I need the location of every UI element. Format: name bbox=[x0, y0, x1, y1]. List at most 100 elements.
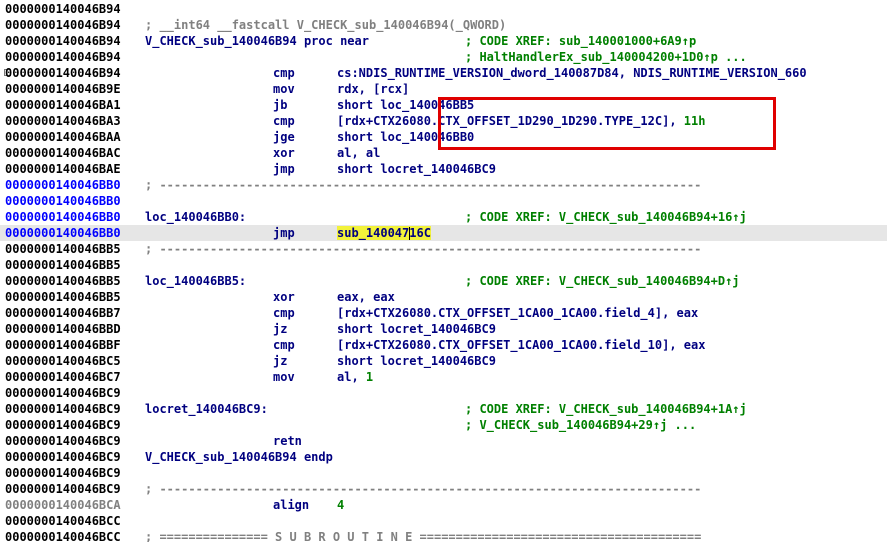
address[interactable]: 0000000140046BB5 bbox=[5, 257, 121, 273]
address[interactable]: 0000000140046B94 bbox=[5, 17, 121, 33]
listing-line[interactable]: 0000000140046B94 ; HaltHandlerEx_sub_1400… bbox=[0, 49, 887, 65]
address[interactable]: 0000000140046BCC bbox=[5, 529, 121, 542]
listing-line[interactable]: 0000000140046BCA align 4 bbox=[0, 497, 887, 513]
address[interactable]: 0000000140046BAA bbox=[5, 129, 121, 145]
listing-line[interactable]: 0000000140046BC9 bbox=[0, 385, 887, 401]
address[interactable]: 0000000140046BC9 bbox=[5, 449, 121, 465]
listing-line[interactable]: 0000000140046BB5 xor eax, eax bbox=[0, 289, 887, 305]
address[interactable]: 0000000140046B94 bbox=[5, 65, 121, 81]
listing-line[interactable]: 0000000140046B94 cmp cs:NDIS_RUNTIME_VERSI… bbox=[0, 65, 887, 81]
operands[interactable]: eax, eax bbox=[337, 289, 395, 305]
address[interactable]: 0000000140046BAE bbox=[5, 161, 121, 177]
xref-comment[interactable]: ; CODE XREF: V_CHECK_sub_140046B94+1A↑j bbox=[465, 401, 747, 417]
operand-text[interactable]: al, bbox=[337, 370, 366, 384]
address[interactable]: 0000000140046BA1 bbox=[5, 97, 121, 113]
listing-line[interactable]: 0000000140046BA3 cmp [rdx+CTX26080.CTX_OFF… bbox=[0, 113, 887, 129]
address[interactable]: 0000000140046BB0 bbox=[5, 209, 121, 225]
listing-line[interactable]: 0000000140046BC9 ; ----------------------… bbox=[0, 481, 887, 497]
xref-comment[interactable]: ; CODE XREF: V_CHECK_sub_140046B94+D↑j bbox=[465, 273, 740, 289]
mnemonic[interactable]: retn bbox=[273, 433, 302, 449]
listing-line[interactable]: 0000000140046BAE jmp short locret_140046BC… bbox=[0, 161, 887, 177]
address[interactable]: 0000000140046BBF bbox=[5, 337, 121, 353]
address[interactable]: 0000000140046BB5 bbox=[5, 289, 121, 305]
operands[interactable]: rdx, [rcx] bbox=[337, 81, 409, 97]
operands[interactable]: [rdx+CTX26080.CTX_OFFSET_1D290_1D290.TYP… bbox=[337, 113, 705, 129]
operands[interactable]: al, 1 bbox=[337, 369, 373, 385]
listing-line[interactable]: 0000000140046BC7 mov al, 1 bbox=[0, 369, 887, 385]
address[interactable]: 0000000140046BC9 bbox=[5, 401, 121, 417]
address[interactable]: 0000000140046BC5 bbox=[5, 353, 121, 369]
listing-line[interactable]: 0000000140046BC9 V_CHECK_sub_140046B94 en… bbox=[0, 449, 887, 465]
operand-number[interactable]: 11h bbox=[684, 114, 706, 128]
address[interactable]: 0000000140046BB5 bbox=[5, 241, 121, 257]
address[interactable]: 0000000140046BB0 bbox=[5, 193, 121, 209]
mnemonic[interactable]: xor bbox=[273, 289, 295, 305]
listing-line[interactable]: 0000000140046BC9 bbox=[0, 465, 887, 481]
proc-label[interactable]: V_CHECK_sub_140046B94 proc near bbox=[145, 33, 369, 49]
mnemonic[interactable]: jz bbox=[273, 321, 287, 337]
operands[interactable]: 4 bbox=[337, 497, 344, 513]
mnemonic[interactable]: mov bbox=[273, 81, 295, 97]
listing-line[interactable]: 0000000140046BB0 ; ----------------------… bbox=[0, 177, 887, 193]
listing-line[interactable]: 0000000140046B9E mov rdx, [rcx] bbox=[0, 81, 887, 97]
mnemonic[interactable]: jmp bbox=[273, 161, 295, 177]
mnemonic[interactable]: cmp bbox=[273, 305, 295, 321]
address[interactable]: 0000000140046BB5 bbox=[5, 273, 121, 289]
listing-line[interactable]: 0000000140046BA1 jb short loc_140046BB5 bbox=[0, 97, 887, 113]
mnemonic[interactable]: cmp bbox=[273, 337, 295, 353]
ida-disassembly-view[interactable]: 0000000140046B94 0000000140046B94; __int6… bbox=[0, 0, 887, 542]
mnemonic[interactable]: jge bbox=[273, 129, 295, 145]
xref-comment[interactable]: ; CODE XREF: V_CHECK_sub_140046B94+16↑j bbox=[465, 209, 747, 225]
operands[interactable]: cs:NDIS_RUNTIME_VERSION_dword_140087D84,… bbox=[337, 65, 807, 81]
operands[interactable]: short loc_140046BB5 bbox=[337, 97, 474, 113]
xref-comment[interactable]: ; V_CHECK_sub_140046B94+29↑j ... bbox=[465, 417, 696, 433]
listing-line[interactable]: 0000000140046BC9 locret_140046BC9: ; CODE … bbox=[0, 401, 887, 417]
listing-line[interactable]: 0000000140046BB0 loc_140046BB0: ; CODE XRE… bbox=[0, 209, 887, 225]
mnemonic[interactable]: jb bbox=[273, 97, 287, 113]
address[interactable]: 0000000140046BCC bbox=[5, 513, 121, 529]
address[interactable]: 0000000140046B94 bbox=[5, 1, 121, 17]
listing-line[interactable]: 0000000140046BB5 ; ----------------------… bbox=[0, 241, 887, 257]
listing-line[interactable]: 0000000140046BC9 retn bbox=[0, 433, 887, 449]
address[interactable]: 0000000140046B9E bbox=[5, 81, 121, 97]
mnemonic[interactable]: mov bbox=[273, 369, 295, 385]
address[interactable]: 0000000140046BB7 bbox=[5, 305, 121, 321]
listing-line[interactable]: 0000000140046BAC xor al, al bbox=[0, 145, 887, 161]
listing-line[interactable]: 0000000140046BCC bbox=[0, 513, 887, 529]
listing-line[interactable]: 0000000140046BB0 bbox=[0, 193, 887, 209]
address[interactable]: 0000000140046BC9 bbox=[5, 433, 121, 449]
address[interactable]: 0000000140046BCA bbox=[5, 497, 121, 513]
xref-comment[interactable]: ; CODE XREF: sub_140001000+6A9↑p bbox=[465, 33, 696, 49]
address[interactable]: 0000000140046BC9 bbox=[5, 417, 121, 433]
address[interactable]: 0000000140046BBD bbox=[5, 321, 121, 337]
highlighted-identifier[interactable]: sub_14004716C bbox=[337, 226, 431, 240]
mnemonic[interactable]: xor bbox=[273, 145, 295, 161]
operands[interactable]: short locret_140046BC9 bbox=[337, 321, 496, 337]
listing-line[interactable]: 0000000140046BC5 jz short locret_140046BC9 bbox=[0, 353, 887, 369]
address[interactable]: 0000000140046BC9 bbox=[5, 465, 121, 481]
address[interactable]: 0000000140046BC9 bbox=[5, 385, 121, 401]
listing-line[interactable]: 0000000140046BB5 loc_140046BB5: ; CODE XRE… bbox=[0, 273, 887, 289]
listing-line[interactable]: 0000000140046B94 bbox=[0, 1, 887, 17]
operands[interactable]: [rdx+CTX26080.CTX_OFFSET_1CA00_1CA00.fie… bbox=[337, 305, 698, 321]
listing-line[interactable]: 0000000140046BB5 bbox=[0, 257, 887, 273]
address[interactable]: 0000000140046BA3 bbox=[5, 113, 121, 129]
address[interactable]: 0000000140046BC7 bbox=[5, 369, 121, 385]
listing-line[interactable]: 0000000140046BBF cmp [rdx+CTX26080.CTX_OFF… bbox=[0, 337, 887, 353]
listing-line[interactable]: 0000000140046BC9 ; V_CHECK_sub_140046B94+… bbox=[0, 417, 887, 433]
operands[interactable]: al, al bbox=[337, 145, 380, 161]
operand-number[interactable]: 1 bbox=[366, 370, 373, 384]
xref-comment[interactable]: ; HaltHandlerEx_sub_140004200+1D0↑p ... bbox=[465, 49, 747, 65]
operands[interactable]: short loc_140046BB0 bbox=[337, 129, 474, 145]
address[interactable]: 0000000140046B94 bbox=[5, 49, 121, 65]
operands[interactable]: short locret_140046BC9 bbox=[337, 353, 496, 369]
listing-line[interactable]: 0000000140046B94 ; __int64 __fastcall V_C… bbox=[0, 17, 887, 33]
operands[interactable]: sub_14004716C bbox=[337, 225, 431, 241]
listing-line[interactable]: 0000000140046B94 V_CHECK_sub_140046B94 pr… bbox=[0, 33, 887, 49]
mnemonic[interactable]: align bbox=[273, 497, 309, 513]
code-label[interactable]: locret_140046BC9: bbox=[145, 401, 268, 417]
operands[interactable]: [rdx+CTX26080.CTX_OFFSET_1CA00_1CA00.fie… bbox=[337, 337, 705, 353]
operands[interactable]: short locret_140046BC9 bbox=[337, 161, 496, 177]
address[interactable]: 0000000140046B94 bbox=[5, 33, 121, 49]
mnemonic[interactable]: jmp bbox=[273, 225, 295, 241]
